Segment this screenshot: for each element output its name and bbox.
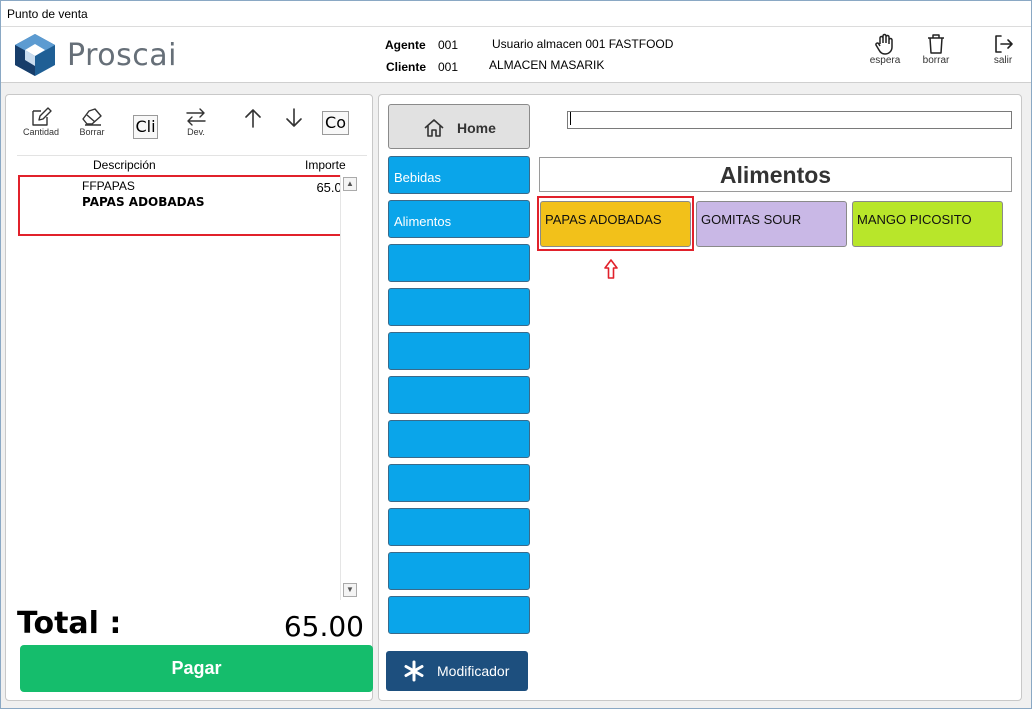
ticket-scrollbar[interactable]: ▲ ▼ <box>340 175 357 600</box>
app-header: Proscai Agente 001 Usuario almacen 001 F… <box>1 27 1031 83</box>
col-description: Descripción <box>93 158 156 172</box>
borrar-label: borrar <box>922 55 950 66</box>
eraser-icon <box>82 108 102 126</box>
text-cursor <box>570 112 571 126</box>
pos-window: Punto de venta Proscai Agente 001 Usuari… <box>0 0 1032 709</box>
selected-row-highlight <box>18 175 352 236</box>
category-button-2[interactable]: Alimentos <box>388 200 530 238</box>
client-name: ALMACEN MASARIK <box>489 58 605 72</box>
category-button-9[interactable] <box>388 508 530 546</box>
modifier-label: Modificador <box>437 663 510 679</box>
arrow-down-icon <box>286 108 302 127</box>
col-amount: Importe <box>305 158 346 172</box>
category-button-6[interactable] <box>388 376 530 414</box>
category-button-7[interactable] <box>388 420 530 458</box>
total-value: 65.00 <box>283 610 364 643</box>
client-value: 001 <box>438 60 459 74</box>
modifier-button[interactable]: Modificador <box>386 651 528 691</box>
catalog-panel: Home Bebidas Alimentos Modificador Alimen… <box>378 94 1022 701</box>
search-input[interactable] <box>567 111 1012 129</box>
espera-button[interactable]: espera <box>867 33 903 66</box>
category-button-11[interactable] <box>388 596 530 634</box>
product-label: MANGO PICOSITO <box>857 212 972 227</box>
home-button[interactable]: Home <box>388 104 530 149</box>
category-button-4[interactable] <box>388 288 530 326</box>
logout-icon <box>995 35 1013 53</box>
move-up-button[interactable] <box>242 107 264 129</box>
proscai-logo-icon <box>15 34 55 76</box>
brand-name: Proscai <box>67 38 177 73</box>
agent-value: 001 <box>438 38 459 52</box>
swap-icon <box>186 108 206 126</box>
borrar-item-label: Borrar <box>79 127 105 137</box>
category-button-8[interactable] <box>388 464 530 502</box>
espera-label: espera <box>869 55 901 66</box>
pay-button[interactable]: Pagar <box>20 645 373 692</box>
scroll-up-icon[interactable]: ▲ <box>343 177 357 191</box>
selected-product-highlight <box>537 196 694 251</box>
salir-button[interactable]: salir <box>985 33 1021 66</box>
asterisk-icon <box>404 660 424 682</box>
agent-label: Agente <box>385 38 426 52</box>
user-name: Usuario almacen 001 FASTFOOD <box>492 37 674 51</box>
client-label: Cliente <box>386 60 427 74</box>
category-button-3[interactable] <box>388 244 530 282</box>
window-title: Punto de venta <box>1 1 1031 27</box>
trash-icon <box>928 34 944 54</box>
arrow-up-indicator-icon <box>604 259 618 279</box>
product-button-2[interactable]: GOMITAS SOUR <box>696 201 847 247</box>
salir-label: salir <box>993 55 1013 66</box>
hand-icon <box>875 33 893 55</box>
category-button-10[interactable] <box>388 552 530 590</box>
edit-icon <box>32 107 52 126</box>
total-label: Total : <box>17 606 122 641</box>
devolucion-button[interactable]: Dev. <box>178 107 214 137</box>
brand-logo: Proscai <box>11 32 176 76</box>
cantidad-button[interactable]: Cantidad <box>21 107 61 137</box>
dev-label: Dev. <box>187 127 205 137</box>
category-label: Bebidas <box>394 170 441 185</box>
scroll-down-icon[interactable]: ▼ <box>343 583 357 597</box>
move-down-button[interactable] <box>283 107 305 129</box>
cli-button[interactable]: Cli <box>133 115 158 139</box>
product-label: GOMITAS SOUR <box>701 212 802 227</box>
ticket-list: Descripción Importe FFPAPAS PAPAS ADOBAD… <box>17 155 367 600</box>
borrar-button[interactable]: borrar <box>918 33 954 66</box>
category-label: Alimentos <box>394 214 452 229</box>
category-button-1[interactable]: Bebidas <box>388 156 530 194</box>
category-title: Alimentos <box>539 157 1012 192</box>
home-label: Home <box>457 120 496 136</box>
borrar-item-button[interactable]: Borrar <box>74 107 110 137</box>
co-button[interactable]: Co <box>322 111 349 135</box>
cantidad-label: Cantidad <box>22 127 60 137</box>
product-button-3[interactable]: MANGO PICOSITO <box>852 201 1003 247</box>
category-button-5[interactable] <box>388 332 530 370</box>
ticket-panel: Cantidad Borrar Cli Dev. Co Descripción … <box>5 94 373 701</box>
home-icon <box>424 119 444 137</box>
arrow-up-icon <box>245 109 261 128</box>
